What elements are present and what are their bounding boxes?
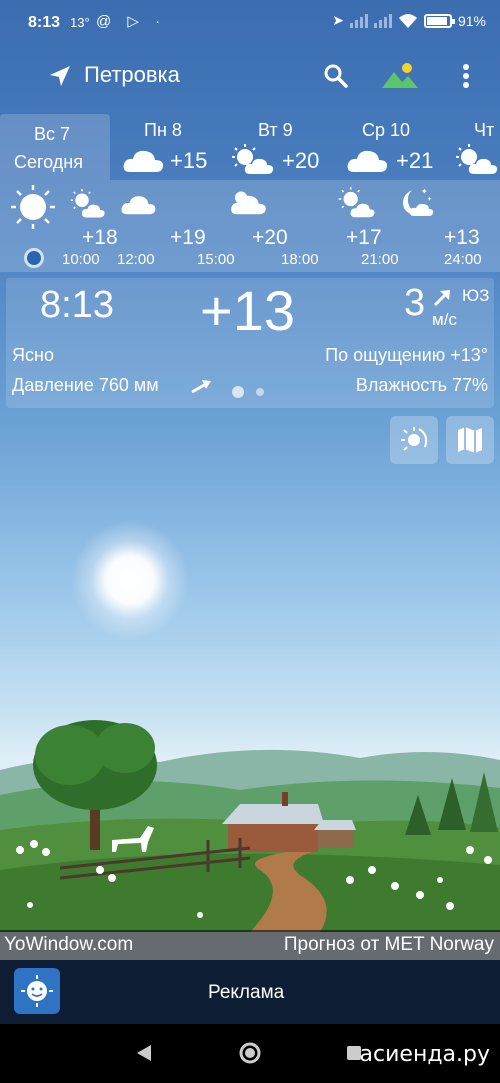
current-temp: +13 (200, 279, 295, 342)
current-time: 8:13 (40, 284, 114, 326)
signal-icon (349, 13, 368, 28)
status-right: ➤ 91% (332, 12, 486, 29)
now-indicator (24, 248, 44, 268)
weather-effects-button[interactable] (390, 416, 438, 464)
hourly-temp: +17 (346, 226, 382, 249)
wind-direction: ЮЗ (462, 286, 490, 305)
hourly-time: 12:00 (117, 251, 155, 268)
day-tab-thu[interactable]: Чт (450, 114, 500, 180)
day-tab-label: Пн 8 (144, 120, 182, 140)
wifi-icon (398, 13, 417, 28)
hourly-temp: +19 (170, 226, 206, 249)
battery-icon (423, 13, 455, 28)
day-tab-temp: +21 (396, 148, 434, 173)
hourly-temp: +13 (444, 226, 480, 249)
day-tab-mon[interactable]: Пн 8 +15 (112, 114, 222, 180)
status-temp: 13° (70, 15, 90, 30)
landscape-illustration (0, 720, 500, 932)
pressure: Давление 760 мм (12, 375, 159, 395)
page-dot[interactable] (256, 388, 264, 396)
sun-cloud-icon (232, 144, 274, 174)
page-dot-active[interactable] (232, 386, 244, 398)
humidity: Влажность 77% (355, 375, 488, 395)
hourly-time: 15:00 (197, 251, 235, 268)
day-tab-label: Ср 10 (362, 120, 411, 140)
sun-cloud-icon (456, 144, 498, 174)
hourly-temp: +18 (82, 226, 118, 249)
gps-icon: ➤ (332, 12, 344, 28)
city-name[interactable]: Петровка (84, 62, 180, 88)
cloud-icon (121, 196, 156, 215)
day-tab-label: Вт 9 (258, 120, 293, 140)
location-arrow-icon[interactable] (48, 64, 72, 88)
condition-text: Ясно (12, 345, 54, 365)
back-icon[interactable] (136, 1044, 152, 1062)
home-icon[interactable] (238, 1041, 262, 1065)
wind-arrow-icon (433, 290, 450, 307)
day-tab-temp: +20 (282, 148, 320, 173)
svg-text:✦: ✦ (421, 187, 428, 196)
hourly-time: 21:00 (361, 251, 399, 268)
day-tab-wed[interactable]: Ср 10 +21 (336, 114, 448, 180)
day-tab-today[interactable]: Вс 7 Сегодня (0, 114, 110, 180)
day-tab-tue[interactable]: Вт 9 +20 (224, 114, 334, 180)
sun-cloud-icon (70, 189, 105, 218)
watermark: асиенда.ру (359, 1042, 490, 1067)
day-tab-label: Вс 7 (34, 124, 71, 144)
svg-text:✦: ✦ (427, 196, 432, 203)
signal-icon-2 (373, 13, 392, 28)
sun-cloud-icon (338, 187, 375, 218)
map-button[interactable] (446, 416, 494, 464)
sun (70, 520, 190, 640)
day-tab-label: Чт (474, 120, 495, 140)
cloud-icon (347, 150, 388, 172)
pressure-trend-icon (191, 380, 211, 394)
footer-forecast-source[interactable]: Прогноз от MET Norway (284, 934, 494, 956)
more-vert-icon[interactable] (458, 62, 474, 90)
wind-unit: м/с (432, 310, 457, 329)
wind-speed: 3 (404, 282, 426, 324)
moon-icon: ✦✦ (403, 187, 434, 216)
status-notification-icons: @ ▷ · (96, 13, 167, 30)
footer-site-link[interactable]: YoWindow.com (4, 934, 133, 956)
battery-percent: 91% (457, 12, 486, 29)
landscape-icon[interactable] (380, 60, 420, 90)
sun-icon (11, 185, 55, 229)
search-icon[interactable] (322, 62, 350, 90)
sun-orbit-icon (401, 427, 428, 451)
ad-label: Реклама (208, 982, 285, 1003)
sun-cloud-icon (231, 191, 266, 215)
hourly-time: 10:00 (62, 251, 100, 268)
day-tab-sub: Сегодня (14, 152, 83, 172)
map-icon (458, 427, 482, 453)
hourly-temp: +20 (252, 226, 288, 249)
status-time: 8:13 (28, 14, 61, 31)
day-tab-temp: +15 (170, 148, 208, 173)
cloud-icon (123, 150, 164, 172)
hourly-time: 24:00 (444, 251, 482, 268)
app-logo-icon (14, 968, 60, 1014)
feels-like: По ощущению +13° (325, 345, 488, 365)
hourly-time: 18:00 (281, 251, 319, 268)
